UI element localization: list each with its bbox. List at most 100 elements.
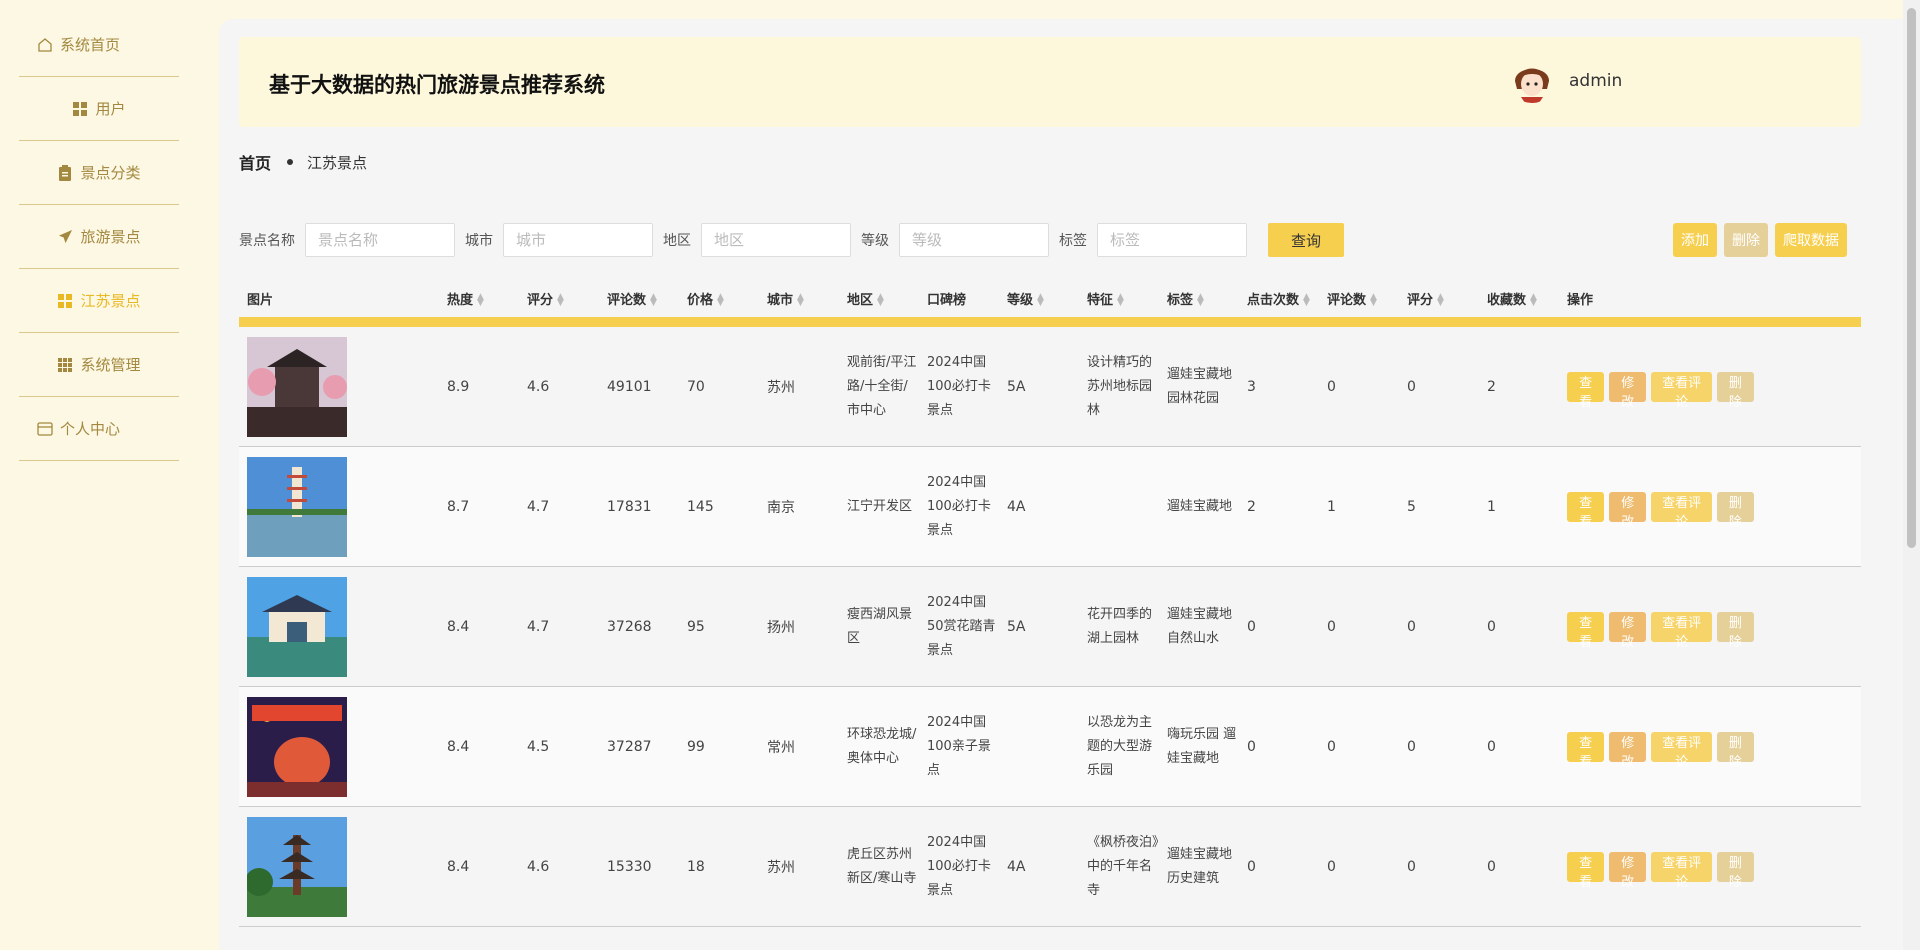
tag-input[interactable] bbox=[1097, 223, 1247, 257]
sort-icon[interactable]: ▲ ▼ bbox=[1197, 293, 1204, 308]
column-header-label: 评分 bbox=[527, 292, 554, 308]
sidebar-item-profile[interactable]: 个人中心 bbox=[19, 397, 179, 461]
sort-icon[interactable]: ▲ ▼ bbox=[650, 293, 657, 308]
column-header[interactable]: 地区 ▲ ▼ bbox=[839, 289, 919, 308]
view-comments-button[interactable]: 查看评论 bbox=[1651, 371, 1712, 409]
column-header-label: 特征 bbox=[1087, 292, 1114, 308]
column-header[interactable]: 标签 ▲ ▼ bbox=[1159, 289, 1239, 308]
edit-button[interactable]: 修改 bbox=[1609, 731, 1647, 769]
column-header[interactable]: 特征 ▲ ▼ bbox=[1079, 289, 1159, 308]
view-button[interactable]: 查看 bbox=[1567, 491, 1605, 529]
column-header[interactable]: 点击次数 ▲ ▼ bbox=[1239, 289, 1319, 308]
cell-image bbox=[239, 336, 439, 437]
level-input[interactable] bbox=[899, 223, 1049, 257]
crawl-data-button[interactable]: 爬取数据 bbox=[1775, 223, 1847, 257]
cell-tag: 遛娃宝藏地 自然山水 bbox=[1167, 606, 1233, 646]
attraction-thumbnail[interactable] bbox=[247, 576, 347, 677]
cell-image bbox=[239, 456, 439, 557]
cell-favs: 0 bbox=[1487, 618, 1496, 635]
delete-button[interactable]: 删除 bbox=[1716, 491, 1754, 529]
breadcrumb-home[interactable]: 首页 bbox=[239, 150, 271, 174]
view-button[interactable]: 查看 bbox=[1567, 851, 1605, 889]
view-comments-button[interactable]: 查看评论 bbox=[1651, 611, 1712, 649]
view-button[interactable]: 查看 bbox=[1567, 371, 1605, 409]
avatar[interactable] bbox=[1509, 57, 1555, 103]
column-header[interactable]: 评论数 ▲ ▼ bbox=[1319, 289, 1399, 308]
sidebar-item-users[interactable]: 用户 bbox=[19, 77, 179, 141]
column-header[interactable]: 评论数 ▲ ▼ bbox=[599, 289, 679, 308]
edit-button[interactable]: 修改 bbox=[1609, 851, 1647, 889]
table-row: 8.7 4.7 17831 145 南京 江宁开发区 2024中国100必打卡景点 4A 遛娃宝… bbox=[239, 447, 1861, 567]
attraction-thumbnail[interactable] bbox=[247, 456, 347, 557]
cell-comments: 1 bbox=[1327, 498, 1336, 515]
cell-clicks: 0 bbox=[1247, 858, 1256, 875]
sort-icon[interactable]: ▲ ▼ bbox=[1303, 293, 1310, 308]
attraction-thumbnail[interactable] bbox=[247, 816, 347, 917]
column-header[interactable]: 城市 ▲ ▼ bbox=[759, 289, 839, 308]
scrollbar-thumb[interactable] bbox=[1907, 8, 1916, 548]
edit-button[interactable]: 修改 bbox=[1609, 491, 1647, 529]
column-header[interactable]: 评分 ▲ ▼ bbox=[519, 289, 599, 308]
delete-button[interactable]: 删除 bbox=[1716, 731, 1754, 769]
sort-icon[interactable]: ▲ ▼ bbox=[1037, 293, 1044, 308]
breadcrumb-separator bbox=[287, 159, 294, 165]
column-header[interactable]: 热度 ▲ ▼ bbox=[439, 289, 519, 308]
add-button[interactable]: 添加 bbox=[1673, 223, 1717, 257]
sidebar-item-jiangsu[interactable]: 江苏景点 bbox=[19, 269, 179, 333]
cell-image bbox=[239, 816, 439, 917]
sidebar-item-home[interactable]: 系统首页 bbox=[19, 13, 179, 77]
column-header-label: 热度 bbox=[447, 292, 474, 308]
sort-icon[interactable]: ▲ ▼ bbox=[717, 293, 724, 308]
sort-icon[interactable]: ▲ ▼ bbox=[1530, 293, 1537, 308]
sidebar-item-system[interactable]: 系统管理 bbox=[19, 333, 179, 397]
grid-nine-icon bbox=[57, 357, 73, 373]
sort-icon[interactable]: ▲ ▼ bbox=[477, 293, 484, 308]
delete-button[interactable]: 删除 bbox=[1716, 371, 1754, 409]
cell-area: 环球恐龙城/奥体中心 bbox=[847, 726, 917, 766]
column-header: 图片 bbox=[239, 289, 439, 308]
edit-button[interactable]: 修改 bbox=[1609, 611, 1647, 649]
card-icon bbox=[37, 421, 53, 437]
cell-price: 70 bbox=[687, 378, 705, 395]
cell-level: 5A bbox=[1007, 618, 1026, 635]
view-comments-button[interactable]: 查看评论 bbox=[1651, 731, 1712, 769]
query-button[interactable]: 查询 bbox=[1268, 223, 1344, 257]
cell-clicks: 3 bbox=[1247, 378, 1256, 395]
area-input[interactable] bbox=[701, 223, 851, 257]
sort-icon[interactable]: ▲ ▼ bbox=[1370, 293, 1377, 308]
column-header[interactable]: 收藏数 ▲ ▼ bbox=[1479, 289, 1559, 308]
column-header[interactable]: 等级 ▲ ▼ bbox=[999, 289, 1079, 308]
edit-button[interactable]: 修改 bbox=[1609, 371, 1647, 409]
name-input[interactable] bbox=[305, 223, 455, 257]
city-input[interactable] bbox=[503, 223, 653, 257]
view-button[interactable]: 查看 bbox=[1567, 611, 1605, 649]
data-table: 图片 热度 ▲ ▼ 评分 ▲ ▼ 评论数 ▲ ▼ 价格 ▲ ▼ 城市 ▲ ▼ 地区 ▲ ▼ 口碑榜 等级 ▲ ▼ 特征 ▲ ▼ 标签… bbox=[239, 283, 1861, 927]
column-header[interactable]: 价格 ▲ ▼ bbox=[679, 289, 759, 308]
column-header[interactable]: 评分 ▲ ▼ bbox=[1399, 289, 1479, 308]
sort-icon[interactable]: ▲ ▼ bbox=[557, 293, 564, 308]
cell-rating: 0 bbox=[1407, 618, 1416, 635]
delete-button[interactable]: 删除 bbox=[1716, 851, 1754, 889]
delete-button[interactable]: 删除 bbox=[1716, 611, 1754, 649]
cell-reviews: 49101 bbox=[607, 378, 652, 395]
view-comments-button[interactable]: 查看评论 bbox=[1651, 851, 1712, 889]
sidebar-item-attractions[interactable]: 旅游景点 bbox=[19, 205, 179, 269]
view-comments-button[interactable]: 查看评论 bbox=[1651, 491, 1712, 529]
page-scrollbar[interactable] bbox=[1903, 0, 1920, 950]
sort-icon[interactable]: ▲ ▼ bbox=[1117, 293, 1124, 308]
sort-icon[interactable]: ▲ ▼ bbox=[877, 293, 884, 308]
username[interactable]: admin bbox=[1569, 71, 1622, 91]
cell-price: 99 bbox=[687, 738, 705, 755]
clipboard-icon bbox=[57, 164, 73, 181]
breadcrumb-current: 江苏景点 bbox=[307, 153, 368, 172]
sort-icon[interactable]: ▲ ▼ bbox=[1437, 293, 1444, 308]
cell-rating: 0 bbox=[1407, 738, 1416, 755]
attraction-thumbnail[interactable] bbox=[247, 696, 347, 797]
cell-rating: 5 bbox=[1407, 498, 1416, 515]
sort-icon[interactable]: ▲ ▼ bbox=[797, 293, 804, 308]
sidebar-item-categories[interactable]: 景点分类 bbox=[19, 141, 179, 205]
view-button[interactable]: 查看 bbox=[1567, 731, 1605, 769]
attraction-thumbnail[interactable] bbox=[247, 336, 347, 437]
cell-feature: 设计精巧的苏州地标园林 bbox=[1087, 354, 1153, 418]
batch-delete-button[interactable]: 删除 bbox=[1724, 223, 1768, 257]
